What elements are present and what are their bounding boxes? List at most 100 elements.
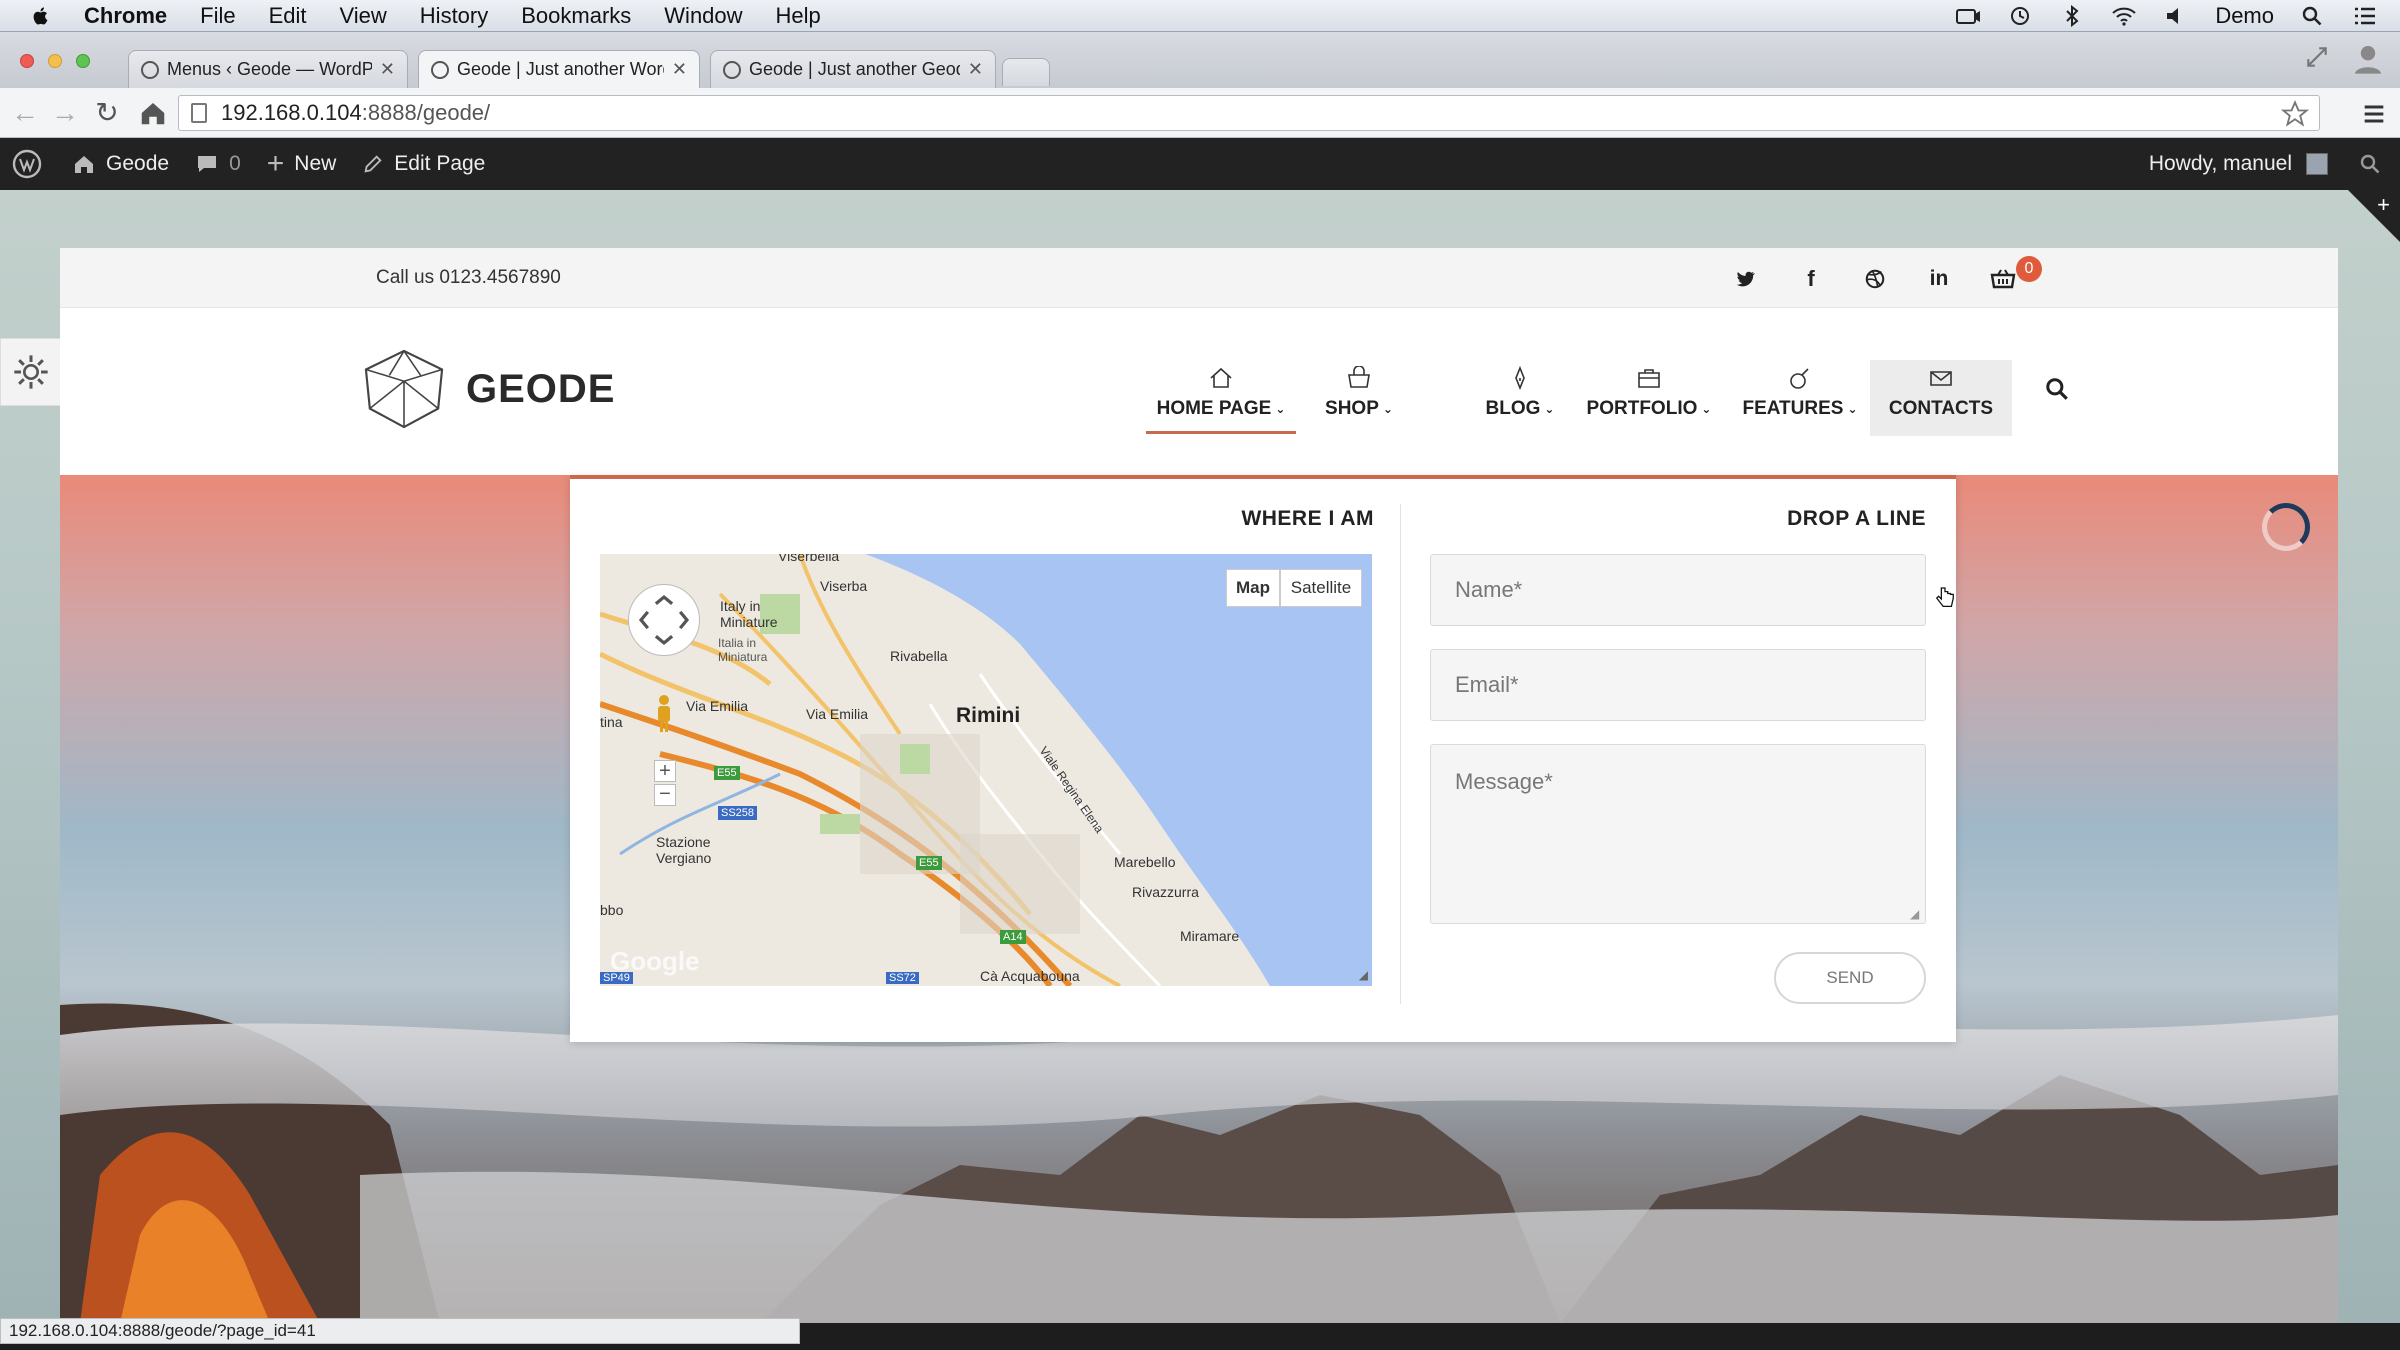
admin-comments-link[interactable]: 0: [195, 152, 241, 176]
bookmark-star-icon[interactable]: [2281, 100, 2309, 128]
map-place-label: bbo: [600, 902, 624, 918]
menu-help[interactable]: Help: [776, 3, 821, 29]
minimize-window-button[interactable]: [48, 54, 62, 68]
url-path: :8888/geode/: [361, 100, 491, 125]
time-machine-icon[interactable]: [2007, 5, 2033, 27]
message-field[interactable]: Message*: [1430, 744, 1926, 924]
plus-icon[interactable]: +: [2377, 192, 2390, 218]
zoom-out-button[interactable]: −: [654, 784, 676, 806]
linkedin-icon[interactable]: in: [1926, 266, 1952, 292]
close-tab-icon[interactable]: ✕: [672, 59, 687, 80]
menu-edit[interactable]: Edit: [269, 3, 307, 29]
map-resize-icon[interactable]: ◢: [1359, 968, 1368, 982]
menubar-user[interactable]: Demo: [2215, 3, 2274, 29]
bluetooth-icon[interactable]: [2059, 5, 2085, 27]
fullscreen-icon[interactable]: [2304, 44, 2330, 70]
menu-bookmarks[interactable]: Bookmarks: [521, 3, 631, 29]
column-divider: [1400, 504, 1401, 1004]
admin-comments-count: 0: [229, 152, 241, 175]
admin-edit-page-link[interactable]: Edit Page: [362, 152, 485, 176]
zoom-window-button[interactable]: [76, 54, 90, 68]
chevron-down-icon: ⌄: [1544, 401, 1555, 416]
admin-account[interactable]: Howdy, manuel: [2149, 152, 2382, 176]
map-place-label: Italy in Miniature: [720, 598, 778, 630]
map-pan-control[interactable]: [628, 584, 700, 656]
google-map[interactable]: Viserbella Viserba Italy in Miniature It…: [600, 554, 1372, 986]
profile-avatar-icon[interactable]: [2350, 40, 2386, 76]
chevron-down-icon: ⌄: [1275, 401, 1286, 416]
map-place-label: Marebello: [1114, 854, 1176, 870]
nav-label: SHOP ⌄: [1325, 398, 1393, 419]
close-tab-icon[interactable]: ✕: [380, 59, 395, 80]
url-host: 192.168.0.104: [221, 100, 362, 125]
name-field[interactable]: Name*: [1430, 554, 1926, 626]
camera-icon[interactable]: [1955, 5, 1981, 27]
textarea-resize-handle[interactable]: ◢: [1910, 907, 1919, 921]
nav-features[interactable]: FEATURES ⌄: [1742, 360, 1858, 436]
nav-contacts[interactable]: CONTACTS: [1870, 360, 2012, 436]
volume-icon[interactable]: [2163, 5, 2189, 27]
spotlight-icon[interactable]: [2300, 5, 2326, 27]
where-i-am-heading: WHERE I AM: [1241, 507, 1374, 530]
road-shield-label: A14: [1000, 930, 1026, 944]
page-icon: [191, 103, 207, 123]
menu-app-name[interactable]: Chrome: [84, 3, 167, 29]
settings-toggle[interactable]: [0, 338, 62, 406]
nav-home-page[interactable]: HOME PAGE ⌄: [1146, 360, 1296, 436]
home-button-icon[interactable]: [138, 98, 168, 128]
menu-view[interactable]: View: [340, 3, 387, 29]
dribbble-icon[interactable]: [1862, 266, 1888, 292]
map-type-satellite-button[interactable]: Satellite: [1280, 569, 1362, 607]
admin-new-link[interactable]: + New: [266, 147, 337, 180]
facebook-icon[interactable]: f: [1798, 266, 1824, 292]
site-logo-text: GEODE: [466, 366, 616, 411]
map-type-map-button[interactable]: Map: [1226, 569, 1280, 607]
drop-a-line-heading: DROP A LINE: [1787, 507, 1926, 530]
menu-file[interactable]: File: [200, 3, 235, 29]
pencil-icon: [364, 155, 382, 173]
twitter-icon[interactable]: [1732, 266, 1758, 292]
close-window-button[interactable]: [20, 54, 34, 68]
nav-blog[interactable]: BLOG ⌄: [1482, 360, 1558, 436]
reload-icon[interactable]: ↻: [92, 98, 122, 128]
tab-geode-active[interactable]: Geode | Just another Word ✕: [418, 50, 700, 88]
basket-icon: [1348, 366, 1370, 388]
tab-geode-2[interactable]: Geode | Just another Geod ✕: [710, 50, 996, 88]
menu-history[interactable]: History: [420, 3, 488, 29]
map-city-label: Rimini: [956, 704, 1021, 727]
notification-center-icon[interactable]: [2352, 5, 2378, 27]
wifi-icon[interactable]: [2111, 5, 2137, 27]
new-tab-button[interactable]: [1002, 58, 1050, 86]
chevron-down-icon: ⌄: [1382, 401, 1393, 416]
tab-menus[interactable]: Menus ‹ Geode — WordPre ✕: [128, 50, 408, 88]
avatar: [2306, 153, 2328, 175]
apple-icon[interactable]: [26, 5, 56, 27]
nav-label: BLOG ⌄: [1485, 398, 1555, 419]
menu-window[interactable]: Window: [664, 3, 742, 29]
wordpress-logo-icon[interactable]: [12, 149, 42, 179]
nav-portfolio[interactable]: PORTFOLIO ⌄: [1584, 360, 1714, 436]
home-icon: [1210, 367, 1232, 388]
road-shield-label: E55: [916, 856, 942, 870]
top-bar: Call us 0123.4567890 f in 0: [60, 248, 2338, 308]
loading-spinner-icon: [2262, 503, 2310, 551]
pen-icon: [1515, 366, 1525, 390]
site-logo[interactable]: GEODE: [360, 348, 615, 430]
admin-site-link[interactable]: Geode: [72, 152, 169, 176]
zoom-in-button[interactable]: +: [654, 760, 676, 782]
search-icon[interactable]: [2044, 376, 2070, 402]
address-bar[interactable]: 192.168.0.104 :8888/geode/: [178, 95, 2320, 131]
forward-arrow-icon[interactable]: →: [50, 98, 80, 128]
map-road-label: Via Emilia: [686, 698, 748, 714]
admin-search-icon[interactable]: [2358, 152, 2382, 176]
back-arrow-icon[interactable]: ←: [10, 98, 40, 128]
street-view-pegman-icon[interactable]: [654, 694, 674, 734]
page-viewport: + Call us 0123.4567890 f in 0 GEODE HOME…: [0, 190, 2400, 1323]
nav-shop[interactable]: SHOP ⌄: [1322, 360, 1396, 436]
chrome-menu-icon[interactable]: [2360, 100, 2388, 128]
send-button[interactable]: SEND: [1774, 952, 1926, 1004]
cart-icon[interactable]: [1990, 266, 2016, 292]
plus-icon: +: [266, 147, 285, 180]
close-tab-icon[interactable]: ✕: [968, 59, 983, 80]
email-field[interactable]: Email*: [1430, 649, 1926, 721]
